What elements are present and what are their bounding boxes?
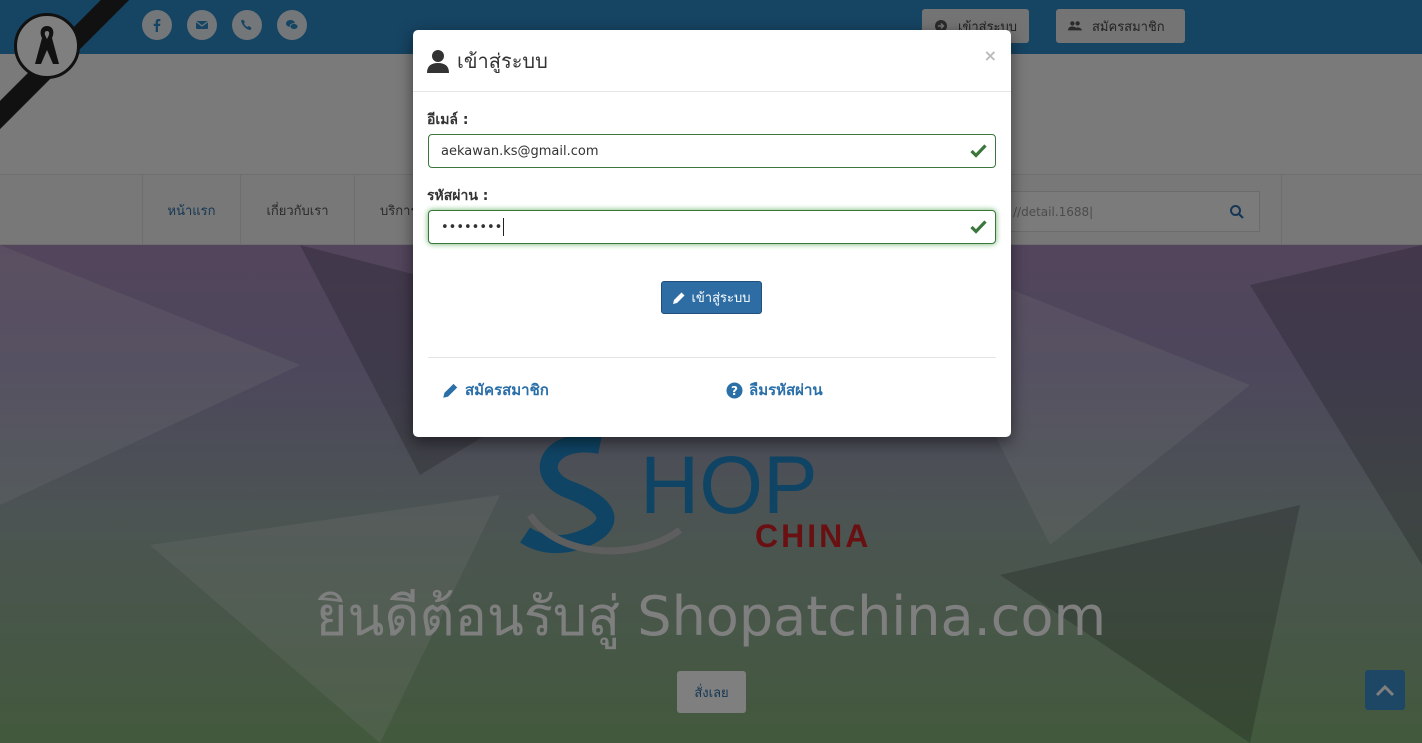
question-circle-icon: ?: [726, 382, 743, 398]
forgot-password-label: ลืมรหัสผ่าน: [749, 381, 823, 399]
register-link-label: สมัครสมาชิก: [465, 381, 549, 399]
pencil-icon: [673, 292, 685, 304]
check-icon: [970, 144, 987, 158]
login-submit-button[interactable]: เข้าสู่ระบบ: [661, 281, 762, 314]
email-field[interactable]: aekawan.ks@gmail.com: [428, 134, 996, 168]
close-button[interactable]: ×: [984, 46, 997, 65]
password-value: ••••••••: [441, 219, 503, 235]
modal-title: เข้าสู่ระบบ: [457, 48, 548, 73]
register-link[interactable]: สมัครสมาชิก: [442, 378, 549, 402]
user-icon: [427, 49, 449, 73]
modal-header: เข้าสู่ระบบ: [413, 30, 1011, 92]
password-field[interactable]: ••••••••: [428, 210, 996, 244]
modal-divider: [428, 357, 996, 358]
svg-text:?: ?: [731, 384, 738, 398]
email-label: อีเมล์ :: [427, 112, 469, 128]
text-cursor: [503, 218, 505, 236]
email-value: aekawan.ks@gmail.com: [441, 143, 599, 159]
forgot-password-link[interactable]: ? ลืมรหัสผ่าน: [726, 378, 823, 402]
check-icon: [970, 220, 987, 234]
pencil-icon: [443, 383, 458, 398]
password-label: รหัสผ่าน :: [427, 188, 489, 204]
login-modal: เข้าสู่ระบบ × อีเมล์ : aekawan.ks@gmail.…: [413, 30, 1011, 437]
login-submit-label: เข้าสู่ระบบ: [691, 291, 751, 306]
